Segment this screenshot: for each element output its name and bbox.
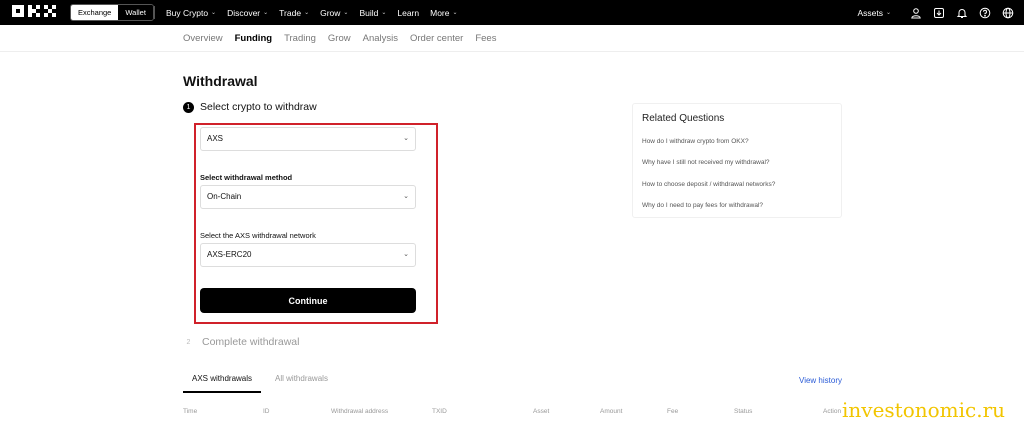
okx-logo[interactable] — [12, 5, 58, 19]
tab-overview[interactable]: Overview — [183, 33, 223, 44]
bell-icon[interactable] — [955, 6, 968, 19]
nav-divider — [154, 6, 155, 19]
network-label: Select the AXS withdrawal network — [200, 231, 316, 240]
chevron-down-icon: ⌄ — [885, 10, 891, 16]
related-questions-panel: Related Questions How do I withdraw cryp… — [632, 103, 842, 218]
assets-menu[interactable]: Assets ⌄ — [857, 8, 891, 18]
method-select[interactable]: On-Chain ⌄ — [200, 185, 416, 209]
column-header: Withdrawal address — [331, 408, 389, 415]
related-question-link[interactable]: Why have I still not received my withdra… — [642, 159, 770, 166]
related-question-link[interactable]: Why do I need to pay fees for withdrawal… — [642, 202, 763, 209]
globe-icon[interactable] — [1001, 6, 1014, 19]
help-icon[interactable] — [978, 6, 991, 19]
exchange-mode-button[interactable]: Exchange — [71, 5, 119, 20]
column-header: Fee — [667, 408, 679, 415]
step-1-label: Select crypto to withdraw — [200, 101, 317, 113]
exchange-wallet-toggle: Exchange Wallet — [70, 4, 154, 21]
nav-more[interactable]: More ⌄ — [430, 8, 457, 18]
related-questions-title: Related Questions — [642, 113, 725, 124]
nav-learn[interactable]: Learn — [397, 8, 419, 18]
tab-order-center[interactable]: Order center — [410, 33, 463, 44]
nav-trade[interactable]: Trade ⌄ — [279, 8, 309, 18]
watermark-text: investonomic.ru — [842, 398, 1006, 422]
related-question-link[interactable]: How to choose deposit / withdrawal netwo… — [642, 181, 775, 188]
nav-discover[interactable]: Discover ⌄ — [227, 8, 268, 18]
user-icon[interactable] — [909, 6, 922, 19]
column-header: Amount — [600, 408, 623, 415]
chevron-down-icon: ⌄ — [263, 10, 269, 16]
tab-all-withdrawals[interactable]: All withdrawals — [266, 374, 337, 393]
chevron-down-icon: ⌄ — [381, 10, 387, 16]
related-question-link[interactable]: How do I withdraw crypto from OKX? — [642, 138, 749, 145]
nav-build[interactable]: Build ⌄ — [359, 8, 386, 18]
step-1: 1 Select crypto to withdraw — [183, 101, 317, 113]
nav-buy-crypto[interactable]: Buy Crypto ⌄ — [166, 8, 216, 18]
chevron-down-icon: ⌄ — [211, 10, 217, 16]
crypto-select-value: AXS — [207, 134, 224, 143]
download-icon[interactable] — [932, 6, 945, 19]
tab-grow[interactable]: Grow — [328, 33, 351, 44]
continue-button[interactable]: Continue — [200, 288, 416, 313]
view-history-link[interactable]: View history — [799, 376, 842, 385]
tab-fees[interactable]: Fees — [475, 33, 496, 44]
subnav-items: Overview Funding Trading Grow Analysis O… — [183, 25, 496, 52]
method-label: Select withdrawal method — [200, 173, 293, 182]
column-header: Action — [823, 408, 842, 415]
wallet-mode-button[interactable]: Wallet — [118, 5, 153, 20]
chevron-down-icon: ⌄ — [343, 10, 349, 16]
tab-axs-withdrawals[interactable]: AXS withdrawals — [183, 374, 262, 393]
chevron-down-icon: ⌄ — [403, 193, 409, 200]
column-header: Time — [183, 408, 198, 415]
nav-menu: Buy Crypto ⌄ Discover ⌄ Trade ⌄ Grow ⌄ Build… — [166, 0, 458, 25]
chevron-down-icon: ⌄ — [403, 135, 409, 142]
step-2-label: Complete withdrawal — [202, 336, 300, 348]
chevron-down-icon: ⌄ — [403, 251, 409, 258]
network-select-value: AXS-ERC20 — [207, 250, 252, 259]
column-header: Status — [734, 408, 753, 415]
tab-analysis[interactable]: Analysis — [363, 33, 398, 44]
step-2-number: 2 — [186, 338, 191, 346]
step-2: 2 Complete withdrawal — [183, 336, 300, 348]
column-header: TXID — [432, 408, 447, 415]
step-1-number: 1 — [183, 101, 194, 113]
nav-right: Assets ⌄ — [857, 0, 1014, 25]
sub-navbar: Overview Funding Trading Grow Analysis O… — [0, 25, 1024, 52]
method-select-value: On-Chain — [207, 192, 242, 201]
chevron-down-icon: ⌄ — [452, 10, 458, 16]
tab-trading[interactable]: Trading — [284, 33, 316, 44]
top-navbar: Exchange Wallet Buy Crypto ⌄ Discover ⌄ Tr… — [0, 0, 1024, 25]
column-header: Asset — [533, 408, 550, 415]
chevron-down-icon: ⌄ — [304, 10, 310, 16]
network-select[interactable]: AXS-ERC20 ⌄ — [200, 243, 416, 267]
history-tabs: AXS withdrawals All withdrawals — [183, 374, 337, 393]
tab-funding[interactable]: Funding — [235, 33, 272, 44]
column-header: ID — [263, 408, 270, 415]
nav-grow[interactable]: Grow ⌄ — [320, 8, 348, 18]
crypto-select[interactable]: AXS ⌄ — [200, 127, 416, 151]
page-title: Withdrawal — [183, 73, 258, 89]
